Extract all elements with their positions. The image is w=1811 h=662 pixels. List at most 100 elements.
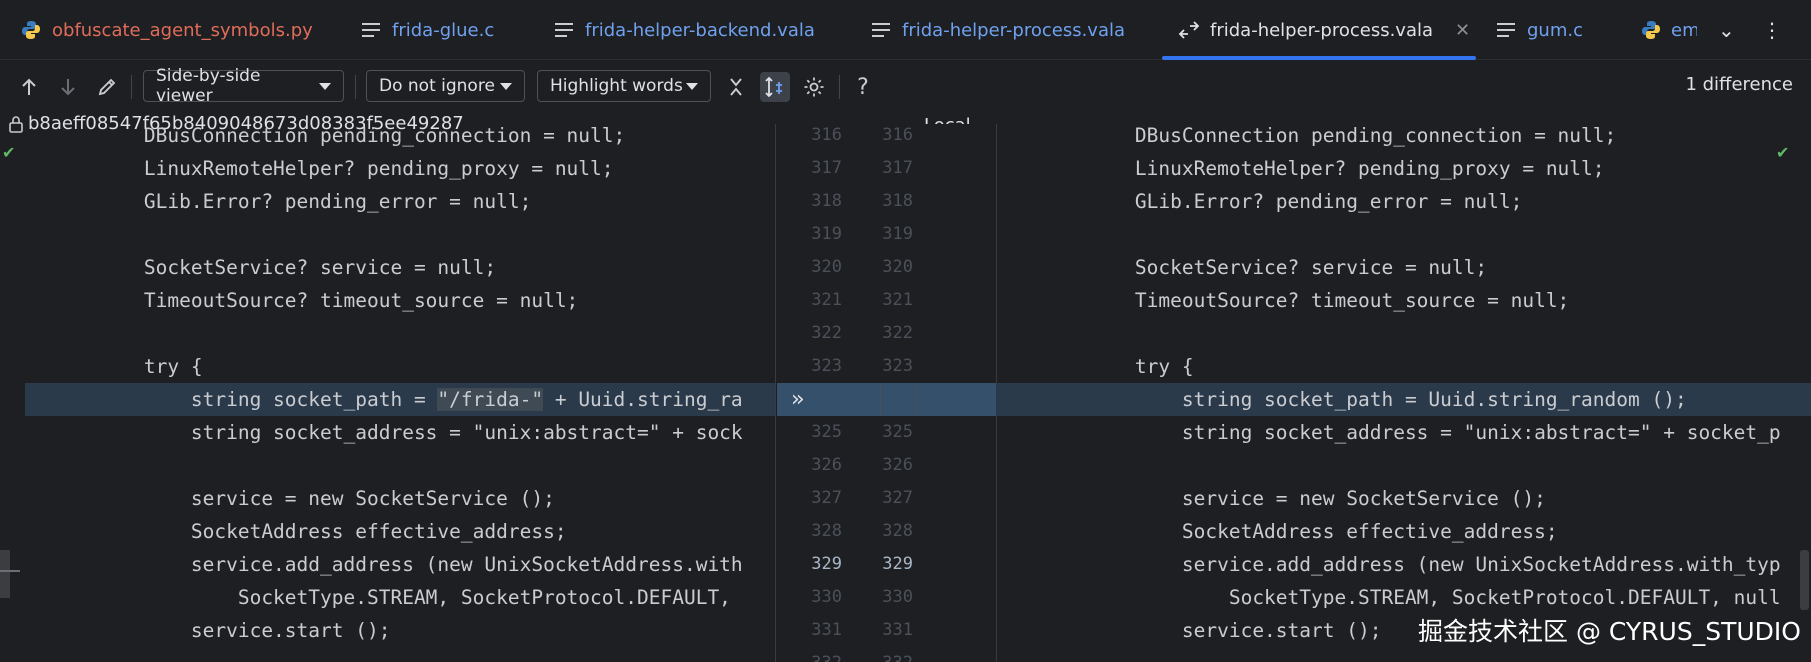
right-line-number: 327 bbox=[882, 488, 913, 508]
code-line: try { bbox=[1041, 355, 1194, 378]
dropdown-caret-icon bbox=[500, 82, 512, 90]
right-line-number: 318 bbox=[882, 191, 913, 211]
ignore-label: Do not ignore bbox=[379, 76, 495, 96]
left-line-number: 322 bbox=[811, 323, 842, 343]
dropdown-caret-icon bbox=[319, 82, 331, 90]
code-line: service.add_address (new UnixSocketAddre… bbox=[1041, 553, 1781, 576]
code-line: SocketAddress effective_address; bbox=[1041, 520, 1558, 543]
left-line-number: 332 bbox=[775, 647, 842, 662]
right-line-number: 330 bbox=[882, 587, 913, 607]
highlight-mode-dropdown[interactable]: Highlight words bbox=[537, 70, 711, 102]
code-line: DBusConnection pending_connection = null… bbox=[1041, 124, 1617, 147]
watermark: 掘金技术社区 @ CYRUS_STUDIO bbox=[1418, 617, 1801, 646]
text-file-icon bbox=[870, 19, 892, 41]
right-scrollbar[interactable] bbox=[1800, 550, 1809, 610]
python-icon bbox=[1641, 19, 1661, 41]
left-scrollbar[interactable] bbox=[0, 550, 10, 598]
right-line-number: 325 bbox=[882, 422, 913, 442]
difference-count: 1 difference bbox=[1685, 74, 1793, 95]
code-line: service.start (); bbox=[1041, 619, 1382, 642]
tab-label: frida-helper-backend.vala bbox=[585, 19, 815, 41]
right-line-number: 321 bbox=[882, 290, 913, 310]
toolbar-separator bbox=[839, 75, 840, 99]
pane-divider bbox=[775, 124, 776, 662]
code-line: LinuxRemoteHelper? pending_proxy = null; bbox=[1041, 157, 1605, 180]
code-line: string socket_path = Uuid.string_random … bbox=[1041, 388, 1687, 411]
code-line: GLib.Error? pending_error = null; bbox=[50, 190, 532, 213]
diff-icon bbox=[1178, 19, 1200, 41]
code-line: string socket_address = "unix:abstract="… bbox=[1041, 421, 1781, 444]
removed-token: "/frida-" bbox=[437, 388, 544, 411]
code-line: service = new SocketService (); bbox=[1041, 487, 1546, 510]
left-code-pane[interactable]: DBusConnection pending_connection = null… bbox=[0, 124, 775, 662]
code-line: TimeoutSource? timeout_source = null; bbox=[50, 289, 579, 312]
sync-scroll-icon[interactable] bbox=[760, 72, 790, 102]
collapse-unchanged-icon[interactable] bbox=[723, 74, 749, 100]
left-line-number: 316 bbox=[811, 125, 842, 145]
diff-toolbar: Side-by-side viewer Do not ignore Highli… bbox=[0, 61, 1811, 113]
tab-frida-helper-process[interactable]: frida-helper-process.vala bbox=[870, 0, 1125, 60]
right-line-number: 331 bbox=[882, 620, 913, 640]
code-line: try { bbox=[50, 355, 203, 378]
toolbar-separator bbox=[131, 75, 132, 99]
help-icon[interactable]: ? bbox=[850, 74, 876, 100]
tab-gum[interactable]: gum.c bbox=[1495, 0, 1583, 60]
right-line-number: 328 bbox=[882, 521, 913, 541]
editor-tab-bar: obfuscate_agent_symbols.py frida-glue.c … bbox=[0, 0, 1811, 60]
more-options-icon[interactable]: ⋮ bbox=[1762, 0, 1782, 60]
left-line-number: 318 bbox=[811, 191, 842, 211]
scroll-marker bbox=[0, 570, 20, 572]
check-icon: ✔ bbox=[2, 143, 16, 162]
arrow-down-icon[interactable] bbox=[55, 74, 81, 100]
tab-frida-glue[interactable]: frida-glue.c bbox=[360, 0, 494, 60]
tab-frida-helper-backend[interactable]: frida-helper-backend.vala bbox=[553, 0, 815, 60]
right-line-number: 322 bbox=[882, 323, 913, 343]
right-line-number: 332 bbox=[833, 647, 913, 662]
tab-label: frida-helper-process.vala bbox=[902, 19, 1126, 41]
right-code-pane[interactable]: DBusConnection pending_connection = null… bbox=[996, 124, 1811, 662]
code-line: string socket_path = "/frida-" + Uuid.st… bbox=[50, 388, 743, 411]
code-line: SocketAddress effective_address; bbox=[50, 520, 567, 543]
code-line: string socket_address = "unix:abstract="… bbox=[50, 421, 743, 444]
tab-label: frida-helper-process.vala bbox=[1210, 19, 1434, 41]
tab-obfuscate-agent-symbols[interactable]: obfuscate_agent_symbols.py bbox=[20, 0, 313, 60]
left-line-number: 320 bbox=[811, 257, 842, 277]
left-line-number: 329 bbox=[811, 554, 842, 574]
right-line-number: 317 bbox=[882, 158, 913, 178]
code-line: SocketService? service = null; bbox=[50, 256, 497, 279]
viewer-mode-label: Side-by-side viewer bbox=[156, 66, 261, 106]
text-file-icon bbox=[553, 19, 575, 41]
left-line-number: 319 bbox=[811, 224, 842, 244]
right-line-number: 323 bbox=[882, 356, 913, 376]
edit-pencil-icon[interactable] bbox=[94, 74, 120, 100]
gutter-separator bbox=[916, 383, 917, 416]
arrow-up-icon[interactable] bbox=[16, 74, 42, 100]
chevron-down-icon[interactable]: ⌄ bbox=[1718, 0, 1735, 60]
viewer-mode-dropdown[interactable]: Side-by-side viewer bbox=[143, 66, 344, 106]
apply-change-icon[interactable]: » bbox=[791, 383, 804, 416]
text-file-icon bbox=[1495, 19, 1517, 41]
code-line: DBusConnection pending_connection = null… bbox=[50, 124, 626, 147]
code-line: SocketType.STREAM, SocketProtocol.DEFAUL… bbox=[50, 586, 731, 609]
left-line-number: 325 bbox=[811, 422, 842, 442]
dropdown-caret-icon bbox=[686, 82, 698, 90]
line-number-gutter: » 316 316 317 317 318 318 319 319 320 320 321 321 32… bbox=[775, 124, 996, 662]
settings-gear-icon[interactable] bbox=[801, 74, 827, 100]
gutter-changed-highlight bbox=[777, 383, 996, 416]
check-icon: ✔ bbox=[1776, 143, 1790, 162]
code-line: TimeoutSource? timeout_source = null; bbox=[1041, 289, 1570, 312]
left-line-number: 323 bbox=[811, 356, 842, 376]
code-fragment: + Uuid.string_ra bbox=[543, 388, 743, 411]
code-line: service.add_address (new UnixSocketAddre… bbox=[50, 553, 743, 576]
tab-label: frida-glue.c bbox=[392, 19, 495, 41]
right-line-number: 326 bbox=[882, 455, 913, 475]
code-line: service.start (); bbox=[50, 619, 391, 642]
code-line: GLib.Error? pending_error = null; bbox=[1041, 190, 1523, 213]
tab-em[interactable]: em bbox=[1641, 0, 1697, 60]
ignore-whitespace-dropdown[interactable]: Do not ignore bbox=[366, 70, 525, 102]
tab-label: em bbox=[1671, 19, 1697, 41]
tab-frida-helper-process-diff[interactable]: frida-helper-process.vala ✕ bbox=[1162, 0, 1476, 60]
close-icon[interactable]: ✕ bbox=[1455, 20, 1470, 41]
gutter-separator bbox=[880, 383, 881, 416]
tab-label: obfuscate_agent_symbols.py bbox=[52, 19, 313, 41]
